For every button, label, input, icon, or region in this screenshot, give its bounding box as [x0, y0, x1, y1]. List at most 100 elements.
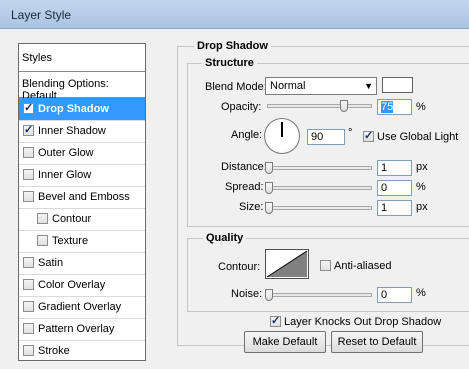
dropdown-arrow-icon: ▼ — [364, 81, 373, 91]
style-item-label: Drop Shadow — [38, 103, 109, 115]
window-titlebar[interactable]: Layer Style — [0, 0, 469, 29]
spread-slider[interactable] — [267, 186, 372, 190]
styles-header-label: Styles — [22, 52, 52, 64]
texture-checkbox[interactable] — [37, 235, 48, 246]
size-input[interactable]: 1 — [377, 200, 412, 216]
angle-unit: ° — [348, 127, 353, 139]
spread-input[interactable]: 0 — [377, 180, 412, 196]
drop-shadow-title: Drop Shadow — [194, 40, 271, 52]
blend-mode-value: Normal — [270, 80, 306, 92]
distance-input[interactable]: 1 — [377, 160, 412, 176]
noise-slider-thumb[interactable] — [265, 289, 273, 301]
bevel-emboss-checkbox[interactable] — [23, 191, 34, 202]
style-item-label: Contour — [52, 213, 92, 225]
outer-glow-checkbox[interactable] — [23, 147, 34, 158]
blend-mode-label: Blend Mode: — [205, 81, 267, 93]
opacity-slider[interactable] — [267, 104, 372, 108]
quality-title: Quality — [203, 232, 247, 244]
noise-slider[interactable] — [267, 293, 372, 297]
distance-label: Distance: — [221, 161, 267, 173]
drop-shadow-checkbox[interactable] — [23, 101, 34, 114]
styles-panel: Styles Blending Options: Default Drop Sh… — [18, 43, 146, 361]
size-value: 1 — [381, 202, 388, 214]
stroke-checkbox[interactable] — [23, 345, 34, 356]
reset-to-default-label: Reset to Default — [337, 336, 417, 348]
style-item-label: Satin — [38, 257, 64, 269]
anti-aliased-checkbox[interactable] — [320, 260, 331, 271]
styles-header[interactable]: Styles — [19, 44, 145, 72]
angle-label: Angle: — [231, 129, 263, 141]
style-item-color-overlay[interactable]: Color Overlay — [19, 274, 145, 296]
color-overlay-checkbox[interactable] — [23, 279, 34, 290]
use-global-light-checkbox[interactable] — [363, 129, 374, 142]
opacity-value: 75 — [381, 101, 394, 113]
angle-needle — [281, 122, 283, 137]
noise-unit: % — [416, 287, 426, 299]
distance-unit: px — [416, 161, 428, 173]
opacity-unit: % — [416, 101, 426, 113]
style-item-contour[interactable]: Contour — [19, 208, 145, 230]
structure-title: Structure — [202, 57, 257, 69]
angle-input[interactable]: 90 — [307, 129, 345, 145]
style-item-texture[interactable]: Texture — [19, 230, 145, 252]
style-item-label: Texture — [52, 235, 89, 247]
spread-unit: % — [416, 181, 426, 193]
satin-checkbox[interactable] — [23, 257, 34, 268]
blend-mode-select[interactable]: Normal ▼ — [265, 77, 377, 95]
style-item-label: Bevel and Emboss — [38, 191, 130, 203]
style-item-label: Gradient Overlay — [38, 301, 122, 313]
contour-curve-icon — [266, 250, 308, 278]
angle-value: 90 — [311, 131, 324, 143]
use-global-light-label: Use Global Light — [377, 131, 459, 143]
style-item-label: Color Overlay — [38, 279, 106, 291]
inner-glow-checkbox[interactable] — [23, 169, 34, 180]
noise-input[interactable]: 0 — [377, 287, 412, 303]
opacity-input[interactable]: 75 — [377, 99, 412, 115]
layer-knocks-out-checkbox[interactable] — [270, 314, 281, 327]
size-slider[interactable] — [267, 206, 372, 210]
shadow-color-swatch[interactable] — [382, 77, 413, 93]
distance-value: 1 — [381, 162, 388, 174]
inner-shadow-checkbox[interactable] — [23, 123, 34, 136]
style-item-drop-shadow[interactable]: Drop Shadow — [19, 98, 145, 120]
size-slider-thumb[interactable] — [265, 202, 273, 214]
layer-knocks-out-label: Layer Knocks Out Drop Shadow — [284, 316, 442, 328]
style-item-label: Inner Shadow — [38, 125, 106, 137]
contour-picker[interactable] — [265, 249, 309, 279]
size-unit: px — [416, 201, 428, 213]
style-item-label: Pattern Overlay — [38, 323, 115, 335]
pattern-overlay-checkbox[interactable] — [23, 323, 34, 334]
quality-group — [187, 238, 469, 312]
reset-to-default-button[interactable]: Reset to Default — [331, 331, 423, 353]
style-item-bevel-emboss[interactable]: Bevel and Emboss — [19, 186, 145, 208]
spread-value: 0 — [381, 182, 388, 194]
make-default-button[interactable]: Make Default — [244, 331, 326, 353]
contour-checkbox[interactable] — [37, 213, 48, 224]
style-item-label: Stroke — [38, 345, 70, 357]
spread-label: Spread: — [225, 181, 264, 193]
style-item-outer-glow[interactable]: Outer Glow — [19, 142, 145, 164]
noise-label: Noise: — [231, 288, 263, 300]
make-default-label: Make Default — [252, 336, 318, 348]
style-item-stroke[interactable]: Stroke — [19, 340, 145, 362]
distance-slider-thumb[interactable] — [265, 162, 273, 174]
style-item-gradient-overlay[interactable]: Gradient Overlay — [19, 296, 145, 318]
window-title: Layer Style — [11, 8, 72, 22]
style-item-pattern-overlay[interactable]: Pattern Overlay — [19, 318, 145, 340]
spread-slider-thumb[interactable] — [265, 182, 273, 194]
style-item-label: Outer Glow — [38, 147, 94, 159]
style-item-inner-glow[interactable]: Inner Glow — [19, 164, 145, 186]
noise-value: 0 — [381, 289, 388, 301]
anti-aliased-label: Anti-aliased — [334, 260, 392, 272]
distance-slider[interactable] — [267, 166, 372, 170]
opacity-label: Opacity: — [221, 101, 262, 113]
style-item-label: Inner Glow — [38, 169, 92, 181]
style-item-satin[interactable]: Satin — [19, 252, 145, 274]
contour-label: Contour: — [218, 261, 261, 273]
gradient-overlay-checkbox[interactable] — [23, 301, 34, 312]
blending-options-item[interactable]: Blending Options: Default — [19, 72, 145, 102]
opacity-slider-thumb[interactable] — [340, 100, 348, 112]
size-label: Size: — [239, 201, 264, 213]
style-item-inner-shadow[interactable]: Inner Shadow — [19, 120, 145, 142]
angle-dial[interactable] — [264, 118, 300, 154]
